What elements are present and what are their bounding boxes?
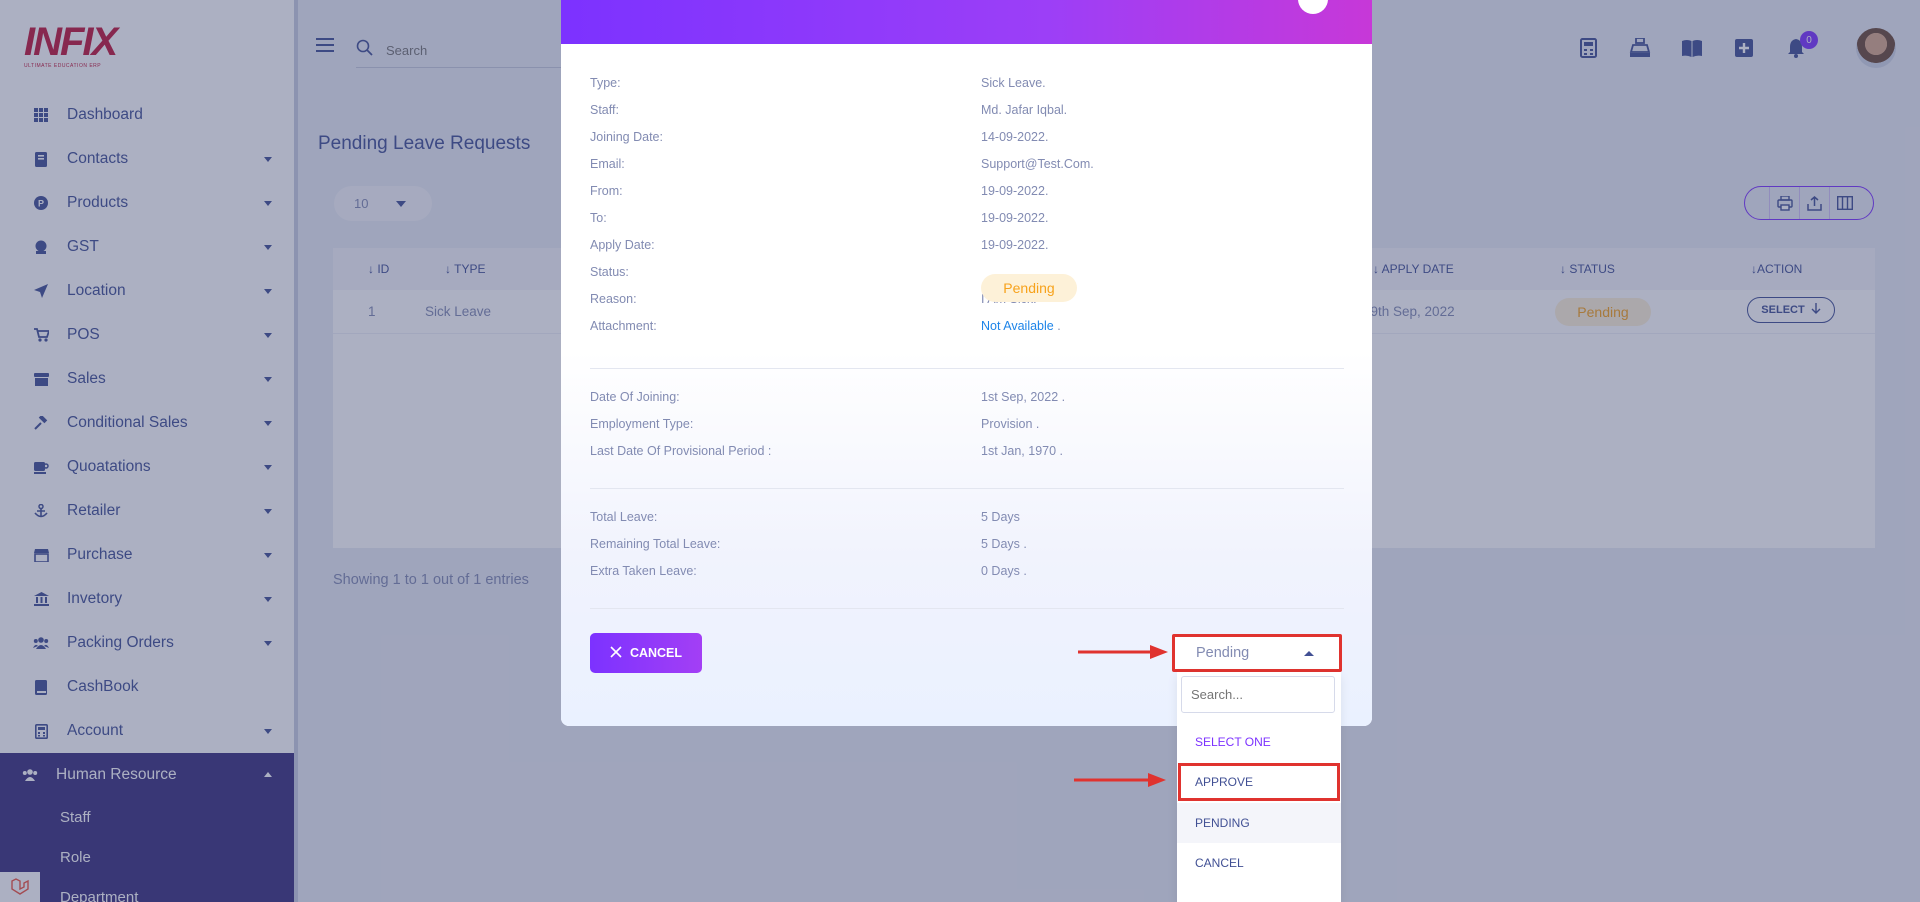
cancel-button[interactable]: CANCEL <box>590 633 702 673</box>
info-value: Support@Test.Com. <box>981 157 1094 171</box>
modal-body: Type: Sick Leave. Staff: Md. Jafar Iqbal. … <box>561 44 1372 726</box>
info-label: Attachment: <box>590 319 657 333</box>
info-label: Staff: <box>590 103 619 117</box>
modal-header <box>561 0 1372 44</box>
info-value: Provision . <box>981 417 1040 431</box>
info-label: Reason: <box>590 292 637 306</box>
status-select-value: Pending <box>1196 645 1250 661</box>
info-label: Extra Taken Leave: <box>590 564 697 578</box>
info-value: Md. Jafar Iqbal. <box>981 103 1068 117</box>
info-label: Employment Type: <box>590 417 694 431</box>
info-label: From: <box>590 184 623 198</box>
info-value: Not Available . <box>981 319 1061 333</box>
info-label: Remaining Total Leave: <box>590 537 721 551</box>
divider <box>590 608 1344 609</box>
info-label: Type: <box>590 76 621 90</box>
info-label: Joining Date: <box>590 130 663 144</box>
annotation-arrow-icon <box>1074 773 1166 787</box>
info-row-joining-date: Joining Date: 14-09-2022. <box>590 130 1350 150</box>
status-badge: Pending <box>981 274 1077 302</box>
info-value: 19-09-2022. <box>981 211 1049 225</box>
chevron-up-icon <box>1304 651 1314 656</box>
info-row-status: Status: <box>590 265 1350 285</box>
info-value: 19-09-2022. <box>981 184 1049 198</box>
info-row-attachment: Attachment: Not Available . <box>590 319 1350 339</box>
option-pending[interactable]: PENDING <box>1177 803 1341 843</box>
info-row-apply-date: Apply Date: 19-09-2022. <box>590 238 1350 258</box>
info-value: 1st Sep, 2022 . <box>981 390 1066 404</box>
info-row-from: From: 19-09-2022. <box>590 184 1350 204</box>
option-approve[interactable]: APPROVE <box>1177 762 1341 802</box>
info-value: Sick Leave. <box>981 76 1046 90</box>
attachment-suffix: . <box>1057 319 1061 333</box>
status-select[interactable]: Pending <box>1172 634 1342 672</box>
option-cancel[interactable]: CANCEL <box>1177 843 1341 883</box>
info-row-email: Email: Support@Test.Com. <box>590 157 1350 177</box>
attachment-link[interactable]: Not Available <box>981 319 1054 333</box>
info-value: 5 Days <box>981 510 1020 524</box>
leave-details-modal: Type: Sick Leave. Staff: Md. Jafar Iqbal. … <box>561 0 1372 726</box>
info-value: 0 Days . <box>981 564 1027 578</box>
info-row-employment-type: Employment Type: Provision . <box>590 417 1350 437</box>
annotation-arrow-icon <box>1078 645 1168 659</box>
info-label: Apply Date: <box>590 238 655 252</box>
info-row-date-of-joining: Date Of Joining: 1st Sep, 2022 . <box>590 390 1350 410</box>
option-select-one[interactable]: SELECT ONE <box>1177 722 1341 762</box>
close-icon[interactable] <box>1298 0 1328 14</box>
dropdown-search-input[interactable] <box>1181 676 1335 713</box>
close-icon <box>610 645 622 661</box>
info-label: Date Of Joining: <box>590 390 680 404</box>
info-row-extra-leave: Extra Taken Leave: 0 Days . <box>590 564 1350 584</box>
info-row-to: To: 19-09-2022. <box>590 211 1350 231</box>
info-row-type: Type: Sick Leave. <box>590 76 1350 96</box>
info-label: Total Leave: <box>590 510 658 524</box>
info-value: 19-09-2022. <box>981 238 1049 252</box>
cancel-button-label: CANCEL <box>629 646 683 660</box>
info-row-reason: Reason:I Am Sick. <box>590 292 1350 312</box>
info-label: To: <box>590 211 607 225</box>
info-value: 1st Jan, 1970 . <box>981 444 1064 458</box>
info-value: 5 Days . <box>981 537 1027 551</box>
info-row-staff: Staff: Md. Jafar Iqbal. <box>590 103 1350 123</box>
info-label: Last Date Of Provisional Period : <box>590 444 772 458</box>
info-row-provisional-period: Last Date Of Provisional Period : 1st Jan… <box>590 444 1350 464</box>
divider <box>590 488 1344 489</box>
info-label: Email: <box>590 157 625 171</box>
divider <box>590 368 1344 369</box>
info-value: 14-09-2022. <box>981 130 1049 144</box>
info-row-remaining-leave: Remaining Total Leave: 5 Days . <box>590 537 1350 557</box>
info-row-total-leave: Total Leave: 5 Days <box>590 510 1350 530</box>
status-dropdown-list: SELECT ONE APPROVE PENDING CANCEL <box>1177 672 1341 902</box>
info-label: Status: <box>590 265 629 279</box>
